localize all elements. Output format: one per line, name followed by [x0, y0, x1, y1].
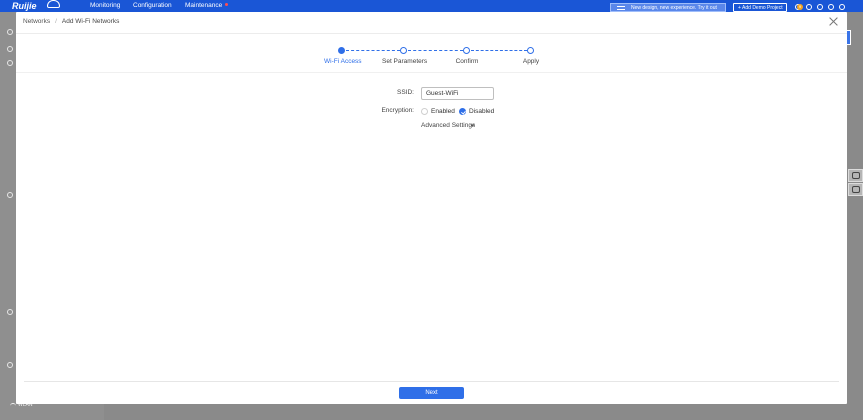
nav-monitoring[interactable]: Monitoring	[90, 2, 120, 9]
wifi-icon[interactable]	[7, 192, 13, 198]
globe-icon[interactable]	[7, 60, 13, 66]
maintenance-alert-dot	[225, 3, 228, 6]
ssid-label: SSID:	[397, 89, 414, 96]
ssid-input[interactable]	[421, 87, 494, 100]
encryption-enabled-radio[interactable]	[421, 108, 428, 115]
step-connector	[471, 50, 527, 51]
settings-icon[interactable]	[806, 4, 812, 10]
support-tab[interactable]	[848, 183, 863, 196]
top-navigation-bar: Ruijie Monitoring Configuration Maintena…	[0, 0, 863, 12]
advanced-settings-toggle[interactable]: Advanced Settings	[421, 122, 475, 129]
step-connector	[408, 50, 463, 51]
breadcrumb-current: Add Wi-Fi Networks	[61, 18, 120, 25]
breadcrumb-separator: /	[55, 18, 57, 25]
wlan-icon	[10, 403, 16, 407]
nav-maintenance[interactable]: Maintenance	[185, 2, 222, 9]
step-4-dot	[527, 47, 534, 54]
headset-icon	[852, 186, 860, 193]
steps-divider	[16, 72, 847, 73]
close-icon[interactable]	[829, 17, 838, 26]
add-wifi-modal: Networks / Add Wi-Fi Networks Wi-Fi Acce…	[16, 12, 847, 404]
encryption-label: Encryption:	[381, 107, 414, 114]
menu-icon	[617, 6, 625, 10]
user-avatar-icon[interactable]	[839, 4, 845, 10]
notification-badge: 9	[797, 4, 803, 10]
banner-text: New design, new experience. Try it out	[631, 5, 717, 11]
breadcrumb-networks[interactable]: Networks	[23, 18, 50, 25]
topology-icon[interactable]	[7, 46, 13, 52]
encryption-enabled-label[interactable]: Enabled	[431, 108, 455, 115]
new-design-banner[interactable]: New design, new experience. Try it out	[610, 3, 726, 12]
breadcrumb: Networks / Add Wi-Fi Networks	[23, 18, 119, 25]
encryption-disabled-label[interactable]: Disabled	[469, 108, 494, 115]
user-icon[interactable]	[7, 29, 13, 35]
step-label-set-parameters: Set Parameters	[382, 58, 428, 65]
step-label-apply: Apply	[522, 58, 540, 65]
help-icon[interactable]	[817, 4, 823, 10]
step-connector	[346, 50, 400, 51]
step-1-dot	[338, 47, 345, 54]
header-divider	[16, 33, 847, 34]
step-3-dot	[463, 47, 470, 54]
nav-configuration[interactable]: Configuration	[133, 2, 172, 9]
chat-icon	[852, 172, 860, 179]
add-demo-project-button[interactable]: + Add Demo Project	[733, 3, 787, 12]
encryption-disabled-radio[interactable]	[459, 108, 466, 115]
shield-icon[interactable]	[7, 309, 13, 315]
step-2-dot	[400, 47, 407, 54]
next-button[interactable]: Next	[399, 387, 464, 399]
logo-cloud-icon	[47, 0, 60, 8]
chat-tab[interactable]	[848, 169, 863, 182]
brand-logo: Ruijie	[12, 1, 37, 11]
gear-icon[interactable]	[7, 362, 13, 368]
step-label-confirm: Confirm	[455, 58, 479, 65]
step-label-wifi-access: Wi-Fi Access	[324, 58, 362, 65]
footer-divider	[24, 381, 839, 382]
language-icon[interactable]	[828, 4, 834, 10]
